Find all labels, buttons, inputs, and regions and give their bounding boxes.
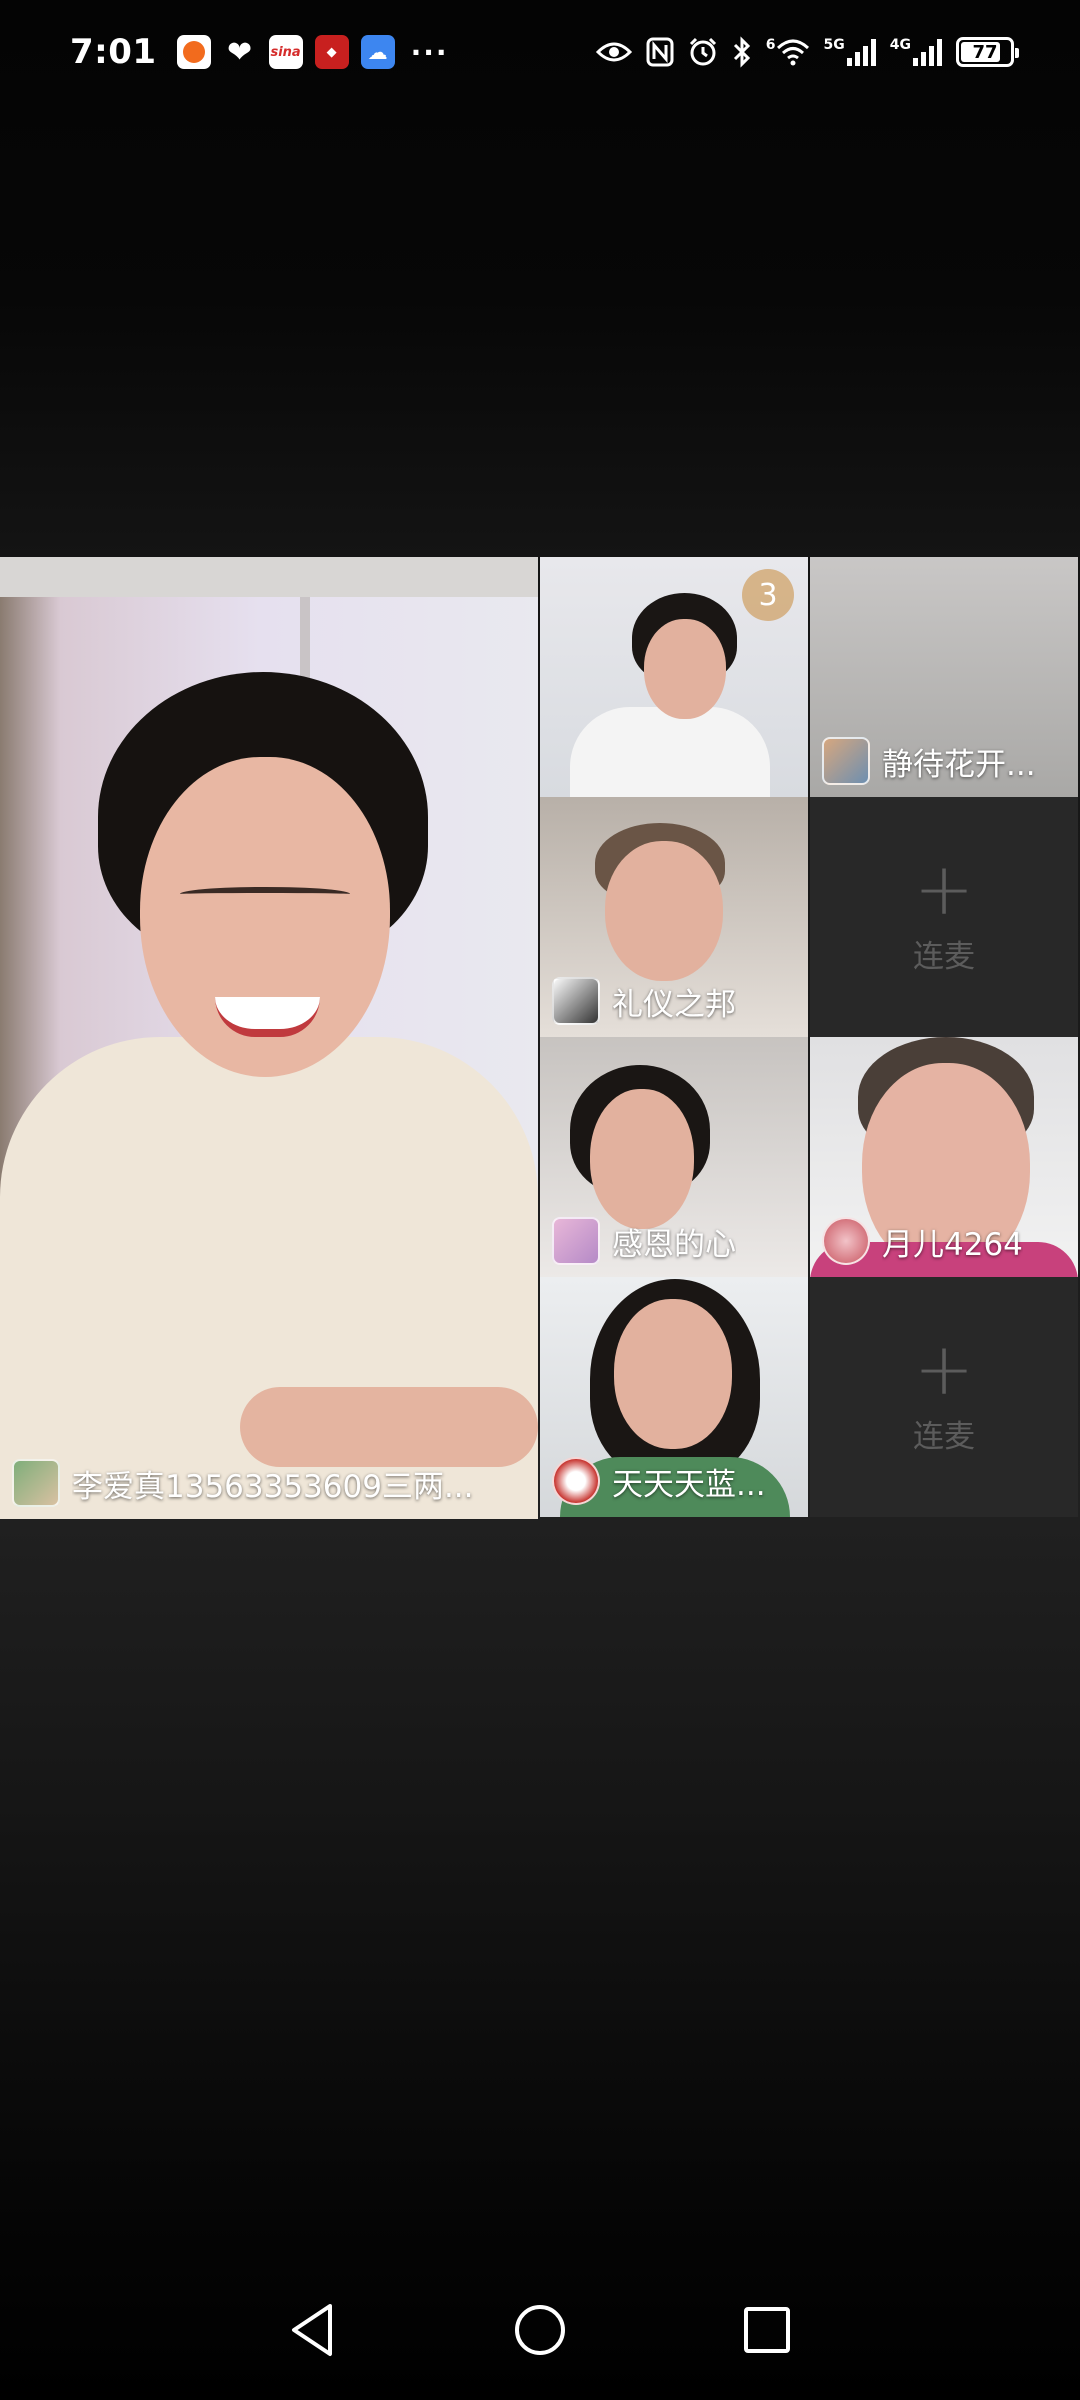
signal-1-bars-icon <box>846 38 876 66</box>
seat-number-badge: 3 <box>742 569 794 621</box>
status-left: 7:01 ❤ sina ◆ ☁ ··· <box>70 32 449 72</box>
battery-icon: 77 <box>956 37 1019 67</box>
host-label: 李爱真13563353609三两... <box>12 1459 530 1507</box>
video-grid: 李爱真13563353609三两... 3 静待花开... 礼仪之邦 + 连麦 … <box>0 557 1080 1519</box>
alarm-icon <box>689 37 716 66</box>
battery-level: 77 <box>972 41 998 63</box>
news-icon <box>176 35 211 69</box>
system-navigation-bar <box>0 2260 1080 2400</box>
guest-face <box>605 841 723 981</box>
guest-video-tile-5[interactable]: 感恩的心 <box>540 1037 808 1277</box>
connect-mic-label: 连麦 <box>913 938 975 975</box>
avatar[interactable] <box>822 737 870 785</box>
avatar[interactable] <box>552 1217 600 1265</box>
plus-icon: + <box>913 1326 975 1411</box>
avatar[interactable] <box>822 1217 870 1265</box>
empty-seat-tile-2[interactable]: + 连麦 <box>810 1277 1078 1517</box>
status-bar: 7:01 ❤ sina ◆ ☁ ··· 6 5G 4G 77 <box>0 0 1080 104</box>
more-notifications-icon: ··· <box>410 35 449 69</box>
connect-mic-label: 连麦 <box>913 1418 975 1455</box>
guest-body <box>570 707 770 797</box>
guest-name: 天天天蓝... <box>612 1466 766 1503</box>
wifi-label: 6 <box>765 37 776 53</box>
nfc-icon <box>646 37 674 67</box>
heart-icon: ❤ <box>227 34 253 70</box>
plus-icon: + <box>913 846 975 931</box>
guest-label: 静待花开... <box>822 737 1070 785</box>
bluetooth-icon <box>733 36 750 68</box>
avatar[interactable] <box>552 1457 600 1505</box>
sina-icon: sina <box>268 35 303 69</box>
guest-label: 礼仪之邦 <box>552 977 800 1025</box>
host-video-tile[interactable]: 李爱真13563353609三两... <box>0 557 538 1519</box>
avatar[interactable] <box>12 1459 60 1507</box>
clock: 7:01 <box>70 32 157 72</box>
guest-video-tile-6[interactable]: 月儿4264 <box>810 1037 1078 1277</box>
recents-square-icon <box>743 2307 790 2353</box>
guest-face <box>644 619 726 719</box>
wifi-group: 6 <box>766 38 810 66</box>
host-eyes <box>180 887 350 901</box>
cloud-icon: ☁ <box>360 35 395 69</box>
red-app-icon: ◆ <box>314 35 349 69</box>
guest-video-tile-2[interactable]: 静待花开... <box>810 557 1078 797</box>
wifi-icon <box>776 39 809 66</box>
guest-label: 天天天蓝... <box>552 1457 800 1505</box>
guest-face <box>590 1089 694 1229</box>
avatar[interactable] <box>552 977 600 1025</box>
guest-label: 感恩的心 <box>552 1217 800 1265</box>
eye-icon <box>595 42 632 62</box>
home-button[interactable] <box>508 2298 572 2362</box>
back-triangle-icon <box>292 2304 333 2356</box>
screen: 7:01 ❤ sina ◆ ☁ ··· 6 5G 4G 77 李爱真135633… <box>0 0 1080 2400</box>
empty-seat-tile-1[interactable]: + 连麦 <box>810 797 1078 1037</box>
guest-name: 礼仪之邦 <box>612 986 736 1023</box>
guest-video-tile-3[interactable]: 礼仪之邦 <box>540 797 808 1037</box>
signal-1-group: 5G <box>824 38 876 66</box>
signal-2-bars-icon <box>913 38 942 66</box>
background-wall <box>0 557 538 597</box>
signal-2-label: 4G <box>889 37 911 53</box>
guest-name: 静待花开... <box>882 746 1036 783</box>
guest-label: 月儿4264 <box>822 1217 1070 1265</box>
signal-2-group: 4G <box>890 38 942 66</box>
guest-video-tile-1[interactable]: 3 <box>540 557 808 797</box>
signal-1-label: 5G <box>823 37 845 53</box>
host-arm <box>240 1387 538 1467</box>
home-circle-icon <box>514 2305 565 2355</box>
status-right: 6 5G 4G 77 <box>595 36 1019 68</box>
recents-button[interactable] <box>735 2298 799 2362</box>
guest-face <box>614 1299 732 1449</box>
guest-name: 月儿4264 <box>882 1226 1023 1263</box>
guest-name: 感恩的心 <box>612 1226 736 1263</box>
guest-video-tile-7[interactable]: 天天天蓝... <box>540 1277 808 1517</box>
back-button[interactable] <box>281 2298 345 2362</box>
host-name: 李爱真13563353609三两... <box>72 1468 474 1505</box>
